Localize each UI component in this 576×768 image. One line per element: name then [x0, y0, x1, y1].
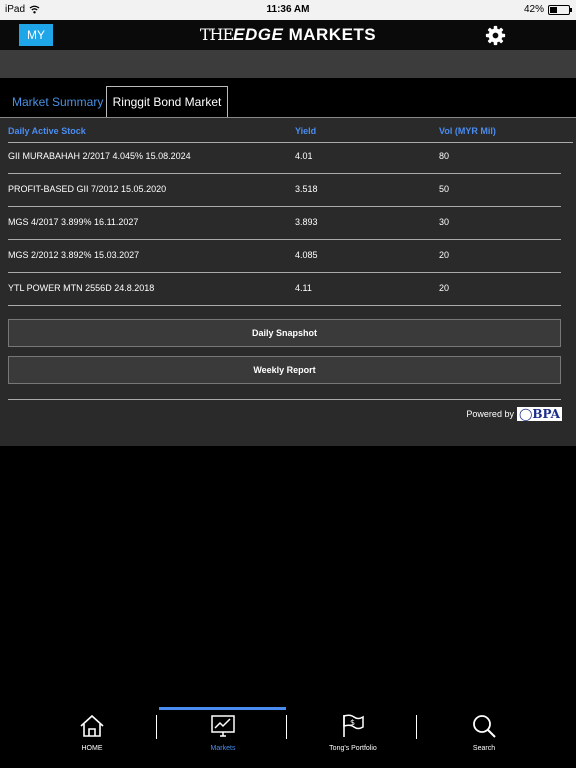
- stock-volume: 20: [439, 283, 450, 293]
- powered-by: Powered by ◯BPA: [466, 407, 562, 421]
- column-header-stock: Daily Active Stock: [8, 126, 86, 136]
- table-row[interactable]: MGS 2/2012 3.892% 15.03.2027 4.085 20: [8, 242, 561, 275]
- clock: 11:36 AM: [266, 4, 310, 15]
- tab-search-label: Search: [472, 745, 496, 752]
- tab-markets-label: Markets: [210, 745, 236, 752]
- column-header-yield: Yield: [295, 126, 317, 136]
- home-icon: [80, 714, 104, 737]
- bottom-tab-bar: HOME Markets $ Tong's Portfolio Search: [0, 705, 576, 768]
- sub-header-bar: [0, 50, 576, 78]
- tab-home-label: HOME: [81, 745, 103, 752]
- stock-volume: 20: [439, 250, 450, 260]
- tab-separator: [156, 715, 157, 739]
- tab-separator: [286, 715, 287, 739]
- bpa-logo: ◯BPA: [516, 407, 562, 421]
- table-row[interactable]: PROFIT-BASED GII 7/2012 15.05.2020 3.518…: [8, 176, 561, 209]
- stock-volume: 30: [439, 217, 450, 227]
- stock-volume: 80: [439, 151, 450, 161]
- footer-divider: [8, 399, 561, 400]
- table-row[interactable]: GII MURABAHAH 2/2017 4.045% 15.08.2024 4…: [8, 143, 561, 176]
- portfolio-flag-icon: $: [343, 714, 364, 737]
- stock-yield: 3.893: [295, 217, 318, 227]
- stock-yield: 4.085: [295, 250, 318, 260]
- tab-portfolio[interactable]: $ Tong's Portfolio: [303, 713, 403, 752]
- status-bar: iPad 11:36 AM 42%: [0, 0, 576, 20]
- svg-text:$: $: [350, 718, 355, 727]
- battery-icon: [548, 4, 572, 15]
- stock-name: PROFIT-BASED GII 7/2012 15.05.2020: [8, 184, 167, 194]
- row-divider: [8, 272, 561, 273]
- row-divider: [8, 206, 561, 207]
- bond-market-panel: Daily Active Stock Yield Vol (MYR Mil) G…: [0, 117, 576, 446]
- daily-snapshot-button[interactable]: Daily Snapshot: [8, 319, 561, 347]
- tab-separator: [416, 715, 417, 739]
- table-row[interactable]: MGS 4/2017 3.899% 16.11.2027 3.893 30: [8, 209, 561, 242]
- row-divider: [8, 239, 561, 240]
- stock-yield: 3.518: [295, 184, 318, 194]
- powered-by-label: Powered by: [466, 409, 514, 419]
- stock-name: GII MURABAHAH 2/2017 4.045% 15.08.2024: [8, 151, 191, 161]
- tab-home[interactable]: HOME: [42, 713, 142, 752]
- active-tab-indicator: [159, 707, 286, 710]
- app-header: MY THEEDGE MARKETS: [0, 20, 576, 50]
- gear-icon[interactable]: [485, 25, 506, 46]
- stock-volume: 50: [439, 184, 450, 194]
- tab-portfolio-label: Tong's Portfolio: [329, 745, 377, 752]
- search-icon: [473, 715, 496, 738]
- stock-name: YTL POWER MTN 2556D 24.8.2018: [8, 283, 155, 293]
- weekly-report-button[interactable]: Weekly Report: [8, 356, 561, 384]
- row-divider: [8, 305, 561, 306]
- column-header-volume: Vol (MYR Mil): [439, 126, 496, 136]
- tab-markets[interactable]: Markets: [173, 713, 273, 752]
- stock-yield: 4.01: [295, 151, 313, 161]
- market-tabs: Market Summary Ringgit Bond Market: [0, 78, 576, 118]
- table-row[interactable]: YTL POWER MTN 2556D 24.8.2018 4.11 20: [8, 275, 561, 308]
- tab-ringgit-bond-market[interactable]: Ringgit Bond Market: [106, 86, 228, 118]
- battery-percent: 42%: [523, 4, 544, 15]
- markets-chart-icon: [211, 715, 235, 737]
- row-divider: [8, 173, 561, 174]
- stock-yield: 4.11: [295, 283, 312, 293]
- stock-name: MGS 4/2017 3.899% 16.11.2027: [8, 217, 139, 227]
- stock-name: MGS 2/2012 3.892% 15.03.2027: [8, 250, 140, 260]
- tab-search[interactable]: Search: [434, 713, 534, 752]
- tab-market-summary[interactable]: Market Summary: [12, 95, 103, 109]
